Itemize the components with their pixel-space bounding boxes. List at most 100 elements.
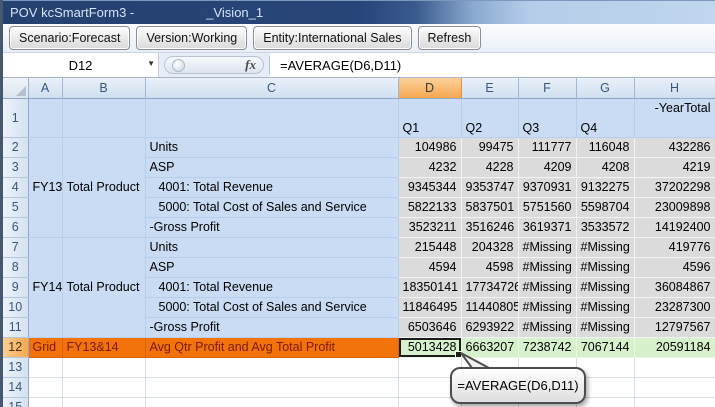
row-header-9[interactable]: 9 — [3, 277, 29, 298]
cell-E7[interactable]: 204328 — [461, 237, 519, 258]
cell-H4[interactable]: 37202298 — [634, 177, 715, 198]
select-all-corner[interactable] — [3, 78, 29, 99]
cell-F6[interactable]: 3619371 — [518, 217, 577, 238]
cell-D5[interactable]: 5822133 — [398, 197, 462, 218]
cell-A1[interactable] — [28, 98, 63, 138]
row-header-12[interactable]: 12 — [3, 337, 29, 358]
cell-B15[interactable] — [62, 397, 146, 407]
row-header-8[interactable]: 8 — [3, 257, 29, 278]
cell-D2[interactable]: 104986 — [398, 137, 462, 158]
cell-F7[interactable]: #Missing — [518, 237, 577, 258]
cell-A7-FY14[interactable]: FY14 — [28, 237, 63, 338]
name-box-dropdown-icon[interactable]: ▼ — [147, 60, 155, 68]
cell-G5[interactable]: 5598704 — [576, 197, 635, 218]
cell-F3[interactable]: 4209 — [518, 157, 577, 178]
cell-F5[interactable]: 5751560 — [518, 197, 577, 218]
row-header-7[interactable]: 7 — [3, 237, 29, 258]
cell-C3[interactable]: ASP — [145, 157, 399, 178]
cell-B12[interactable]: FY13&14 — [62, 337, 146, 358]
row-header-10[interactable]: 10 — [3, 297, 29, 318]
row-header-1[interactable]: 1 — [3, 98, 29, 138]
cell-G8[interactable]: #Missing — [576, 257, 635, 278]
refresh-button[interactable]: Refresh — [417, 26, 482, 50]
cell-A13[interactable] — [28, 357, 63, 378]
cell-E4[interactable]: 9353747 — [461, 177, 519, 198]
cell-H13[interactable] — [634, 357, 715, 378]
cell-E2[interactable]: 99475 — [461, 137, 519, 158]
cell-G11[interactable]: #Missing — [576, 317, 635, 338]
row-header-13[interactable]: 13 — [3, 357, 29, 378]
cell-H5[interactable]: 23009898 — [634, 197, 715, 218]
row-header-4[interactable]: 4 — [3, 177, 29, 198]
cell-E6[interactable]: 3516246 — [461, 217, 519, 238]
cell-C4[interactable]: 4001: Total Revenue — [145, 177, 399, 198]
cell-C2[interactable]: Units — [145, 137, 399, 158]
cell-B1[interactable] — [62, 98, 146, 138]
cell-F2[interactable]: 111777 — [518, 137, 577, 158]
cell-D9[interactable]: 18350141 — [398, 277, 462, 298]
cell-C11[interactable]: -Gross Profit — [145, 317, 399, 338]
cell-G6[interactable]: 3533572 — [576, 217, 635, 238]
cell-H6[interactable]: 14192400 — [634, 217, 715, 238]
cell-F12[interactable]: 7238742 — [518, 337, 577, 358]
cell-E11[interactable]: 6293922 — [461, 317, 519, 338]
cell-B14[interactable] — [62, 377, 146, 398]
cell-A2-FY13[interactable]: FY13 — [28, 137, 63, 238]
cell-A15[interactable] — [28, 397, 63, 407]
cell-D3[interactable]: 4232 — [398, 157, 462, 178]
cell-C13[interactable] — [145, 357, 399, 378]
cell-C12[interactable]: Avg Qtr Profit and Avg Total Profit — [145, 337, 399, 358]
row-header-15[interactable]: 15 — [3, 397, 29, 407]
cell-D11[interactable]: 6503646 — [398, 317, 462, 338]
row-header-3[interactable]: 3 — [3, 157, 29, 178]
cell-H12[interactable]: 20591184 — [634, 337, 715, 358]
cell-D8[interactable]: 4594 — [398, 257, 462, 278]
cell-C14[interactable] — [145, 377, 399, 398]
cell-G1[interactable]: Q4 — [576, 98, 635, 138]
cell-H3[interactable]: 4219 — [634, 157, 715, 178]
cell-G3[interactable]: 4208 — [576, 157, 635, 178]
cell-F8[interactable]: #Missing — [518, 257, 577, 278]
cell-G9[interactable]: #Missing — [576, 277, 635, 298]
cell-C7[interactable]: Units — [145, 237, 399, 258]
insert-function-icon[interactable]: fx — [245, 57, 256, 73]
cell-C9[interactable]: 4001: Total Revenue — [145, 277, 399, 298]
col-header-H[interactable]: H — [634, 78, 715, 99]
name-box[interactable]: D12 ▼ — [3, 53, 159, 77]
cell-C15[interactable] — [145, 397, 399, 407]
cell-B2-total-product[interactable]: Total Product — [62, 137, 146, 238]
cell-F4[interactable]: 9370931 — [518, 177, 577, 198]
formula-input[interactable]: =AVERAGE(D6,D11) — [270, 53, 715, 77]
cell-B13[interactable] — [62, 357, 146, 378]
cell-H15[interactable] — [634, 397, 715, 407]
cell-C6[interactable]: -Gross Profit — [145, 217, 399, 238]
cell-C10[interactable]: 5000: Total Cost of Sales and Service — [145, 297, 399, 318]
cell-H8[interactable]: 4596 — [634, 257, 715, 278]
cell-B7-total-product[interactable]: Total Product — [62, 237, 146, 338]
cell-F1[interactable]: Q3 — [518, 98, 577, 138]
cell-A14[interactable] — [28, 377, 63, 398]
cell-H11[interactable]: 12797567 — [634, 317, 715, 338]
cell-C8[interactable]: ASP — [145, 257, 399, 278]
cell-G7[interactable]: #Missing — [576, 237, 635, 258]
cell-C5[interactable]: 5000: Total Cost of Sales and Service — [145, 197, 399, 218]
cell-H2[interactable]: 432286 — [634, 137, 715, 158]
cell-E9[interactable]: 17734726 — [461, 277, 519, 298]
col-header-F[interactable]: F — [518, 78, 577, 99]
cell-G10[interactable]: #Missing — [576, 297, 635, 318]
cell-D1[interactable]: Q1 — [398, 98, 462, 138]
col-header-E[interactable]: E — [461, 78, 519, 99]
cell-G2[interactable]: 116048 — [576, 137, 635, 158]
cell-G4[interactable]: 9132275 — [576, 177, 635, 198]
cell-D7[interactable]: 215448 — [398, 237, 462, 258]
row-header-11[interactable]: 11 — [3, 317, 29, 338]
cell-H1[interactable]: -YearTotal — [634, 98, 715, 138]
row-header-6[interactable]: 6 — [3, 217, 29, 238]
cell-F9[interactable]: #Missing — [518, 277, 577, 298]
cell-F10[interactable]: #Missing — [518, 297, 577, 318]
col-header-B[interactable]: B — [62, 78, 146, 99]
col-header-C[interactable]: C — [145, 78, 399, 99]
cell-E1[interactable]: Q2 — [461, 98, 519, 138]
cell-D6[interactable]: 3523211 — [398, 217, 462, 238]
cell-D4[interactable]: 9345344 — [398, 177, 462, 198]
